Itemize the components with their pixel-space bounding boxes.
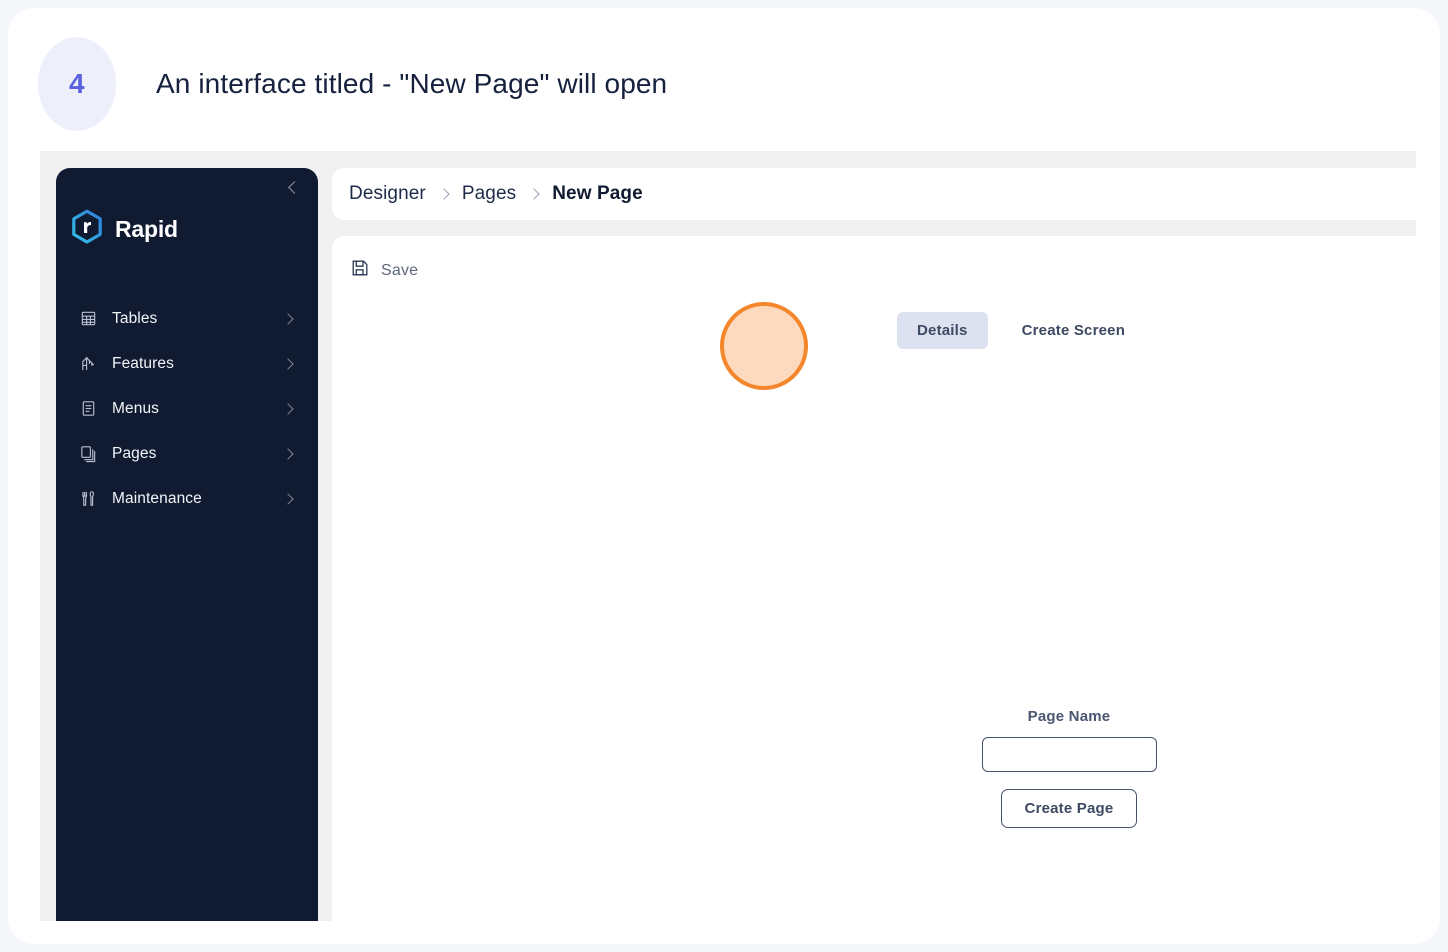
page-name-label: Page Name [1027, 708, 1111, 725]
step-number-badge: 4 [38, 37, 116, 131]
sidebar-item-label: Maintenance [112, 489, 202, 507]
sidebar-item-menus[interactable]: Menus [56, 386, 318, 431]
chevron-right-icon [528, 188, 540, 200]
step-header: 4 An interface titled - "New Page" will … [38, 36, 1338, 132]
rapid-hexagon-icon [70, 209, 104, 250]
chevron-right-icon [438, 188, 450, 200]
tab-bar: Details Create Screen [897, 312, 1145, 349]
save-button[interactable]: Save [350, 258, 418, 283]
chevron-right-icon [282, 402, 294, 415]
sidebar-item-pages[interactable]: Pages [56, 431, 318, 476]
content-panel: Save Details Create Screen Page Name Cre… [332, 236, 1416, 921]
chevron-right-icon [282, 357, 294, 370]
step-number: 4 [68, 68, 86, 99]
sidebar-item-label: Menus [112, 399, 160, 417]
new-page-form: Page Name Create Page [944, 708, 1194, 828]
page-name-input[interactable] [981, 737, 1157, 772]
chevron-right-icon [282, 312, 294, 325]
app-window: Rapid Tables Features Menus Pages Mainte… [40, 151, 1416, 921]
brand-name: Rapid [115, 216, 178, 242]
crane-icon [78, 354, 98, 374]
sidebar-item-label: Features [112, 354, 174, 372]
step-title: An interface titled - "New Page" will op… [156, 68, 668, 99]
brand-logo[interactable]: Rapid [70, 209, 178, 250]
chevron-right-icon [282, 492, 294, 505]
page-card: 4 An interface titled - "New Page" will … [8, 8, 1440, 944]
save-label: Save [381, 261, 419, 279]
table-icon [78, 309, 98, 329]
breadcrumb-item-new-page: New Page [552, 183, 643, 204]
tab-details[interactable]: Details [897, 312, 988, 349]
breadcrumb-item-pages[interactable]: Pages [462, 183, 516, 205]
sidebar-nav: Tables Features Menus Pages Maintenance [56, 296, 318, 521]
document-lines-icon [78, 399, 98, 419]
sidebar-collapse-button[interactable] [282, 176, 304, 198]
tools-icon [78, 489, 98, 509]
sidebar: Rapid Tables Features Menus Pages Mainte… [56, 168, 318, 921]
sidebar-item-maintenance[interactable]: Maintenance [56, 476, 318, 521]
breadcrumb-item-designer[interactable]: Designer [349, 183, 426, 205]
sidebar-item-label: Tables [112, 309, 158, 327]
stacked-pages-icon [78, 444, 98, 464]
tab-create-screen[interactable]: Create Screen [1002, 312, 1146, 349]
content-column: Designer Pages New Page Save Details Cre… [332, 151, 1416, 921]
sidebar-item-features[interactable]: Features [56, 341, 318, 386]
chevron-left-icon [288, 180, 301, 194]
sidebar-item-tables[interactable]: Tables [56, 296, 318, 341]
create-page-button[interactable]: Create Page [1000, 789, 1138, 828]
chevron-right-icon [282, 447, 294, 460]
floppy-disk-icon [350, 258, 370, 283]
sidebar-item-label: Pages [112, 444, 157, 462]
breadcrumb: Designer Pages New Page [332, 168, 1416, 220]
